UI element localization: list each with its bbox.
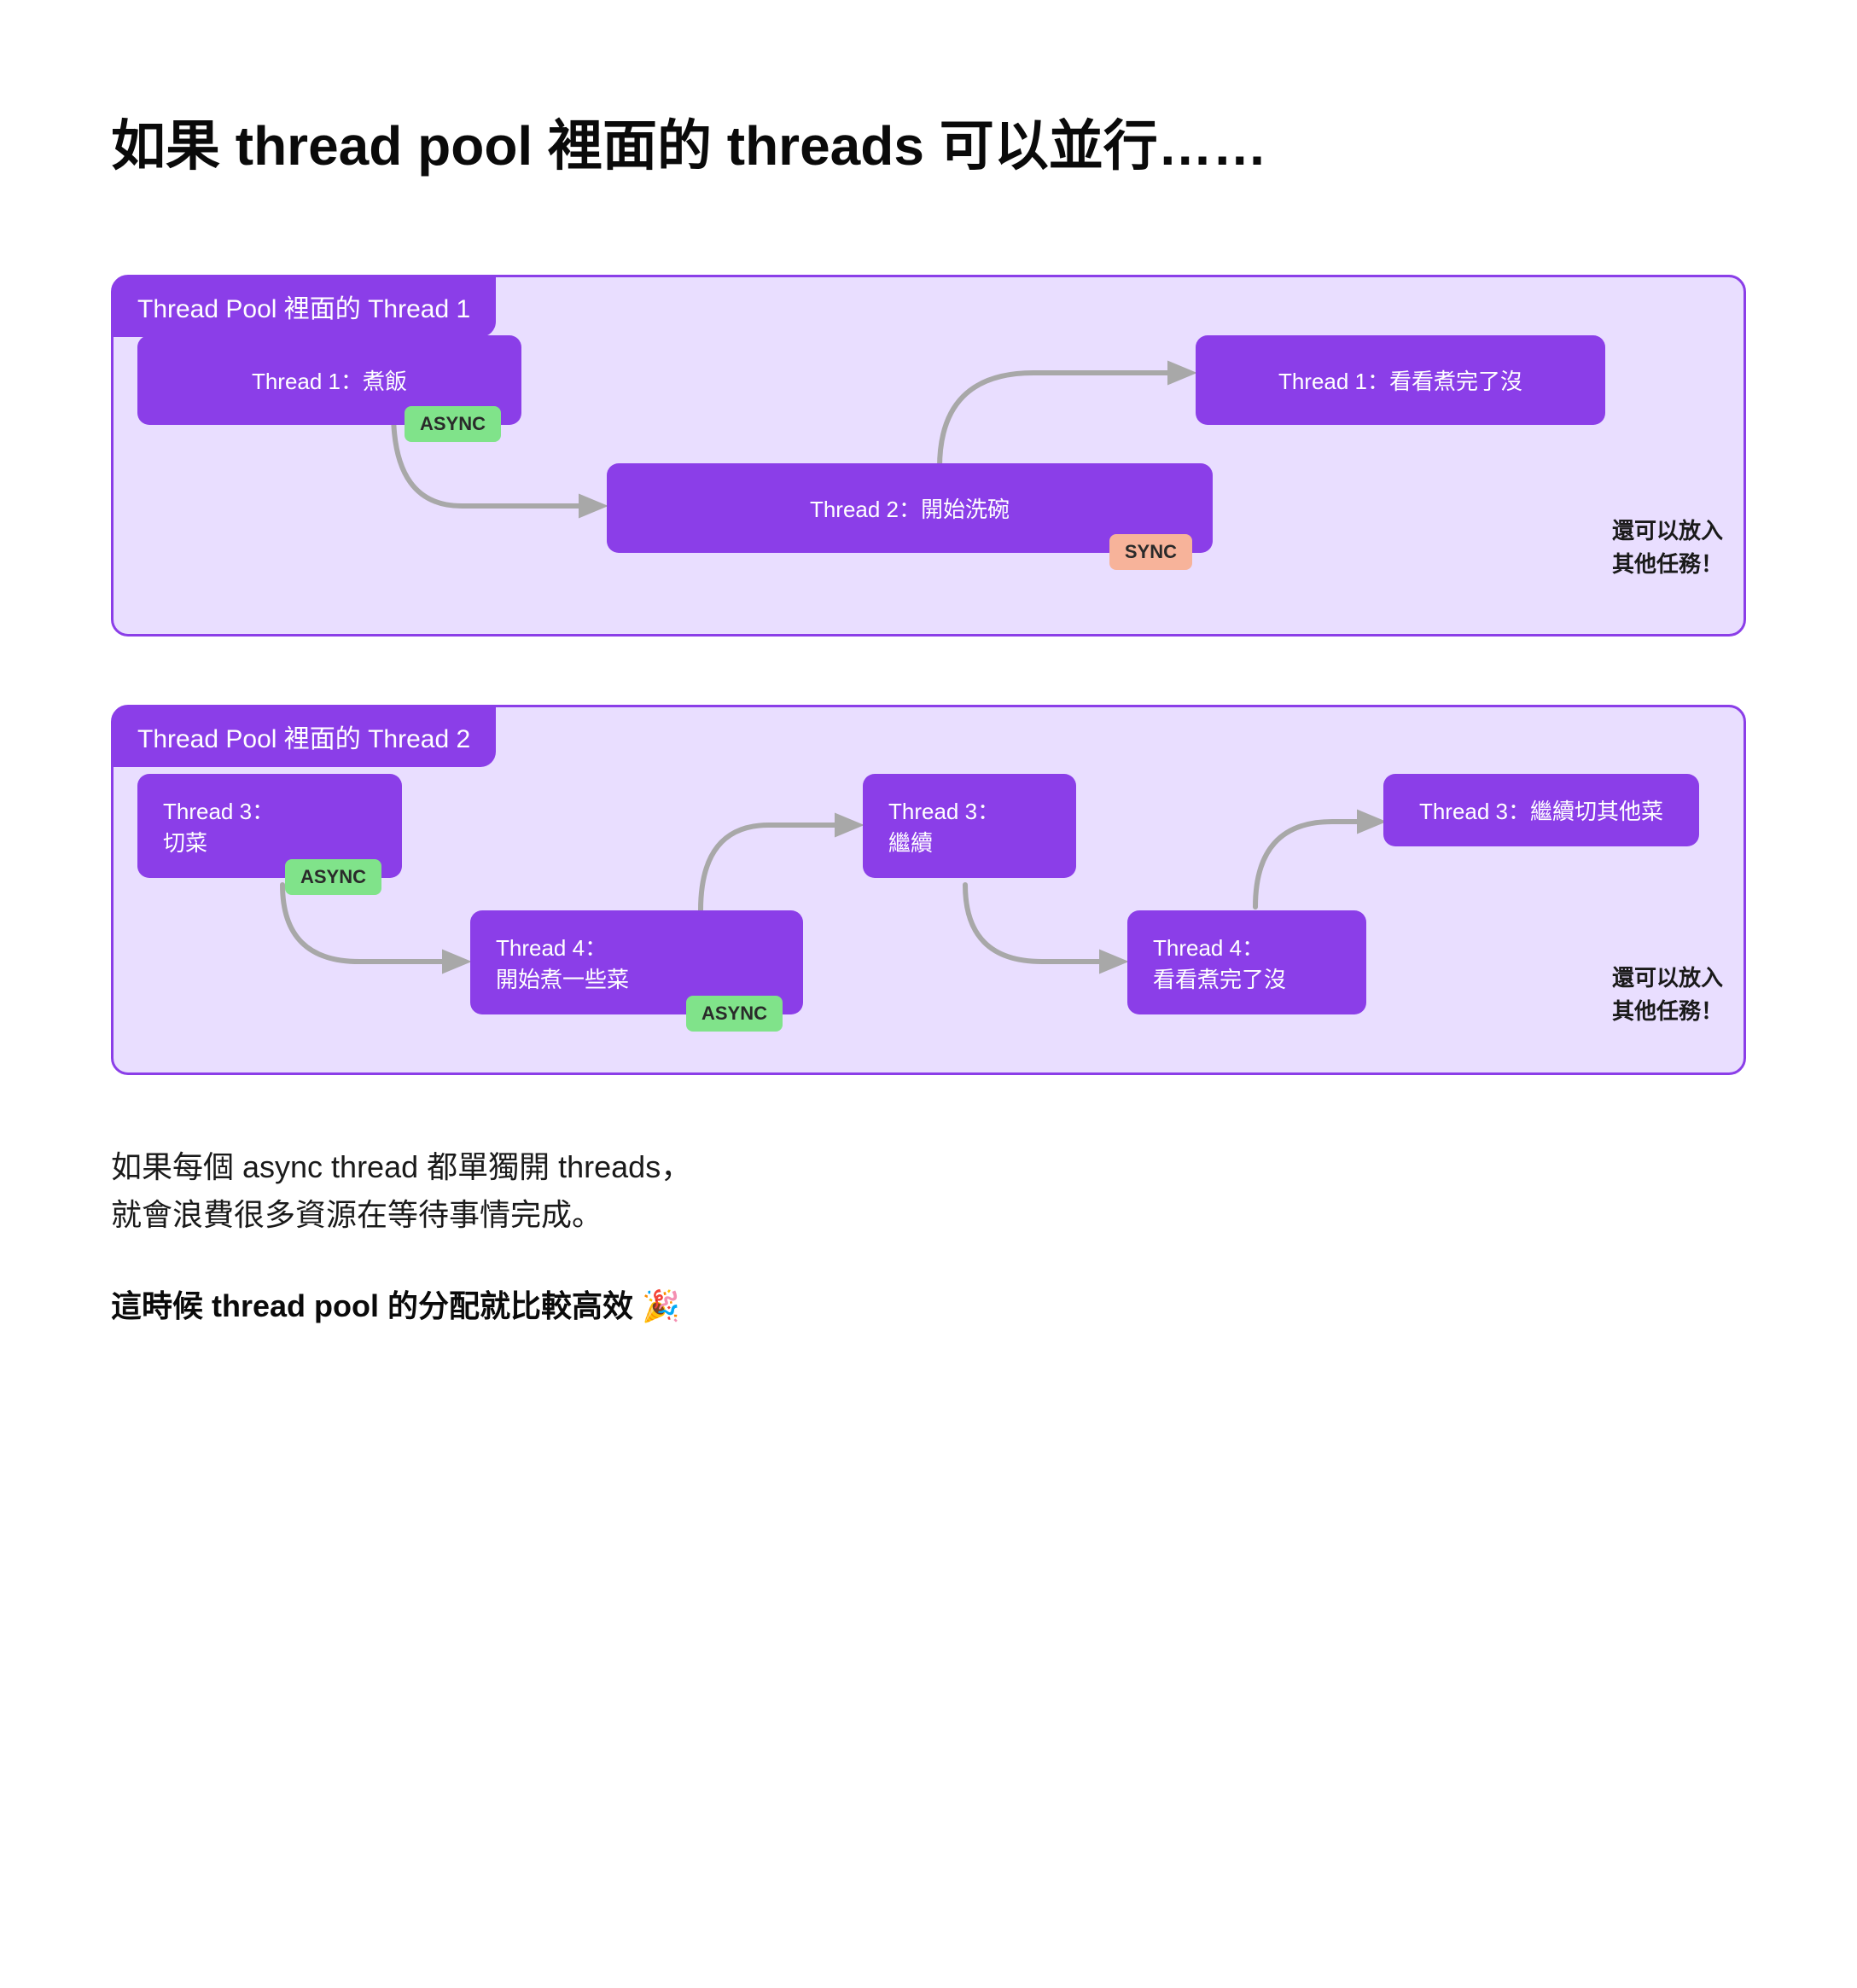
thread-pool-2-label: Thread Pool 裡面的 Thread 2 — [112, 706, 496, 767]
task-label: Thread 3： 繼續 — [863, 774, 1076, 878]
diagram-title: 如果 thread pool 裡面的 threads 可以並行…… — [111, 102, 1746, 181]
task-label: Thread 3：繼續切其他菜 — [1383, 774, 1699, 846]
async-badge: ASYNC — [285, 859, 381, 895]
conclusion-line: 這時候 thread pool 的分配就比較高效 🎉 — [111, 1282, 1746, 1326]
task-label: Thread 1：看看煮完了沒 — [1196, 335, 1605, 425]
pool2-task-thread3-continue-cut: Thread 3：繼續切其他菜 — [1383, 774, 1699, 846]
thread-pool-1-container: Thread Pool 裡面的 Thread 1 Thread 1：煮飯 ASY… — [111, 275, 1746, 637]
explanation-line-1: 如果每個 async thread 都單獨開 threads， — [111, 1143, 1746, 1191]
task-label: Thread 4： 看看煮完了沒 — [1127, 910, 1366, 1014]
async-badge: ASYNC — [686, 996, 783, 1032]
pool2-task-thread4-cook: Thread 4： 開始煮一些菜 ASYNC — [470, 910, 803, 1014]
thread-pool-1-body: Thread 1：煮飯 ASYNC Thread 2：開始洗碗 SYNC Thr… — [137, 335, 1720, 600]
pool1-task-thread2-wash: Thread 2：開始洗碗 SYNC — [607, 463, 1213, 553]
explanation-line-2: 就會浪費很多資源在等待事情完成。 — [111, 1191, 1746, 1239]
async-badge: ASYNC — [405, 406, 501, 442]
pool2-side-note: 還可以放入 其他任務！ — [1612, 962, 1723, 1028]
pool1-side-note: 還可以放入 其他任務！ — [1612, 514, 1723, 581]
pool1-task-thread1-cook: Thread 1：煮飯 ASYNC — [137, 335, 521, 425]
thread-pool-2-container: Thread Pool 裡面的 Thread 2 Thread 3： 切菜 AS… — [111, 705, 1746, 1075]
thread-pool-1-label: Thread Pool 裡面的 Thread 1 — [112, 276, 496, 337]
thread-pool-2-body: Thread 3： 切菜 ASYNC Thread 4： 開始煮一些菜 ASYN… — [137, 774, 1720, 1038]
pool2-task-thread3-continue: Thread 3： 繼續 — [863, 774, 1076, 878]
pool2-task-thread4-check: Thread 4： 看看煮完了沒 — [1127, 910, 1366, 1014]
sync-badge: SYNC — [1109, 534, 1192, 570]
pool1-task-thread1-check: Thread 1：看看煮完了沒 — [1196, 335, 1605, 425]
pool2-task-thread3-cut: Thread 3： 切菜 ASYNC — [137, 774, 402, 878]
